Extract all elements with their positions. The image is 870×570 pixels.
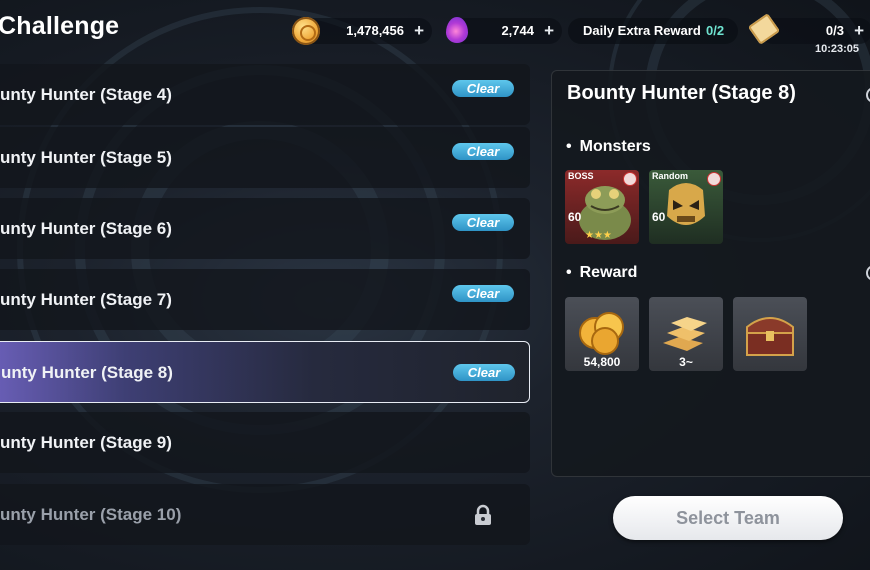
- fire-element-icon: [707, 172, 721, 186]
- gem-counter[interactable]: 2,744 +: [452, 18, 562, 44]
- reward-count: 3~: [679, 355, 693, 369]
- gem-value: 2,744: [501, 23, 534, 38]
- stage-name: unty Hunter (Stage 4): [0, 85, 172, 104]
- stage-item-selected[interactable]: unty Hunter (Stage 8) Clear: [0, 341, 530, 403]
- boss-tag: BOSS: [568, 171, 594, 181]
- monster-level: 60: [568, 210, 582, 224]
- stage-item[interactable]: unty Hunter (Stage 7) Clear: [0, 269, 530, 330]
- clear-badge: Clear: [452, 214, 514, 231]
- daily-reward-label: Daily Extra Reward: [583, 23, 701, 38]
- clear-badge: Clear: [452, 285, 514, 302]
- random-tag: Random: [652, 171, 688, 181]
- add-ticket-button[interactable]: +: [854, 18, 864, 43]
- clear-badge: Clear: [452, 143, 514, 160]
- monster-card-boss[interactable]: BOSS 60 ★★★: [565, 170, 639, 244]
- reward-count: 54,800: [583, 355, 621, 369]
- add-gem-button[interactable]: +: [544, 18, 554, 43]
- clear-badge: Clear: [453, 364, 515, 381]
- fire-element-icon: [623, 172, 637, 186]
- gold-value: 1,478,456: [346, 23, 404, 38]
- monsters-heading: Monsters: [566, 138, 651, 156]
- daily-extra-reward[interactable]: Daily Extra Reward 0/2: [568, 18, 738, 44]
- ticket-timer: 10:23:05: [815, 43, 860, 55]
- stage-item[interactable]: unty Hunter (Stage 9): [0, 412, 530, 473]
- add-gold-button[interactable]: +: [414, 18, 424, 43]
- lock-icon: [475, 504, 491, 525]
- select-team-button[interactable]: Select Team: [613, 496, 843, 540]
- stage-item[interactable]: unty Hunter (Stage 6) Clear: [0, 198, 530, 259]
- reward-chest[interactable]: [733, 297, 807, 371]
- stage-name: unty Hunter (Stage 7): [0, 290, 172, 309]
- monster-level: 60: [652, 210, 666, 224]
- stage-item-locked[interactable]: unty Hunter (Stage 10): [0, 484, 530, 545]
- stage-name: unty Hunter (Stage 5): [0, 148, 172, 167]
- stage-name: unty Hunter (Stage 6): [0, 219, 172, 238]
- stage-name: unty Hunter (Stage 10): [0, 505, 182, 524]
- clear-badge: Clear: [452, 80, 514, 97]
- ticket-value: 0/3: [825, 23, 844, 38]
- reward-gold[interactable]: 54,800: [565, 297, 639, 371]
- daily-reward-count: 0/2: [706, 23, 725, 38]
- stage-item[interactable]: unty Hunter (Stage 4) Clear: [0, 64, 530, 125]
- reward-heading: Reward: [566, 264, 638, 282]
- reward-gold-bars[interactable]: 3~: [649, 297, 723, 371]
- gem-icon: [446, 17, 468, 43]
- page-title: Challenge: [0, 12, 120, 40]
- detail-title: Bounty Hunter (Stage 8): [567, 82, 796, 104]
- stage-name: unty Hunter (Stage 9): [0, 433, 172, 452]
- monster-card-random[interactable]: Random 60: [649, 170, 723, 244]
- star-rating: ★★★: [585, 230, 612, 241]
- stage-item[interactable]: unty Hunter (Stage 5) Clear: [0, 127, 530, 188]
- gold-coin-icon: [292, 17, 320, 45]
- treasure-chest-icon: [746, 317, 794, 356]
- stage-name: unty Hunter (Stage 8): [1, 363, 173, 382]
